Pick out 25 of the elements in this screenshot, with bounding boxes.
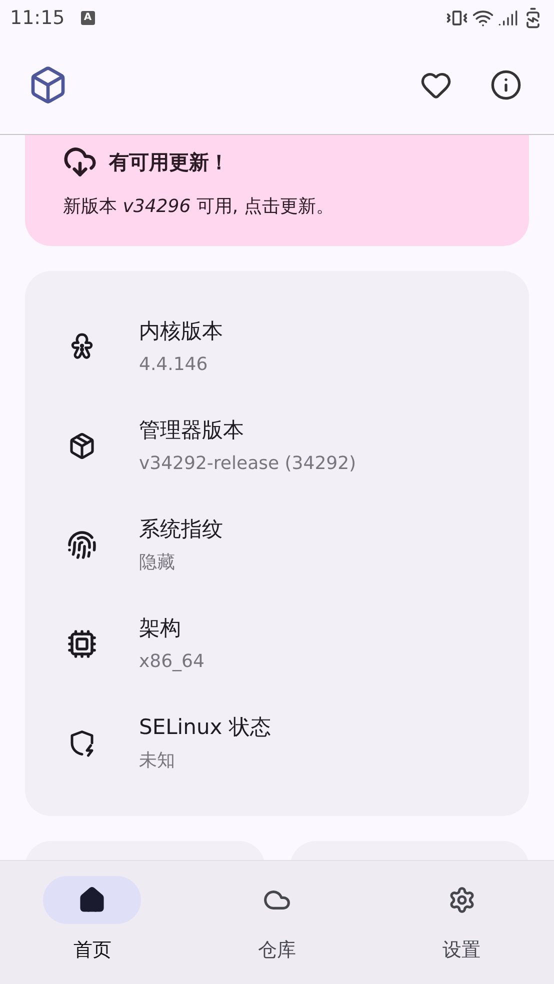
info-title: SELinux 状态 bbox=[139, 714, 271, 740]
info-value: x86_64 bbox=[139, 650, 204, 672]
signal-icon bbox=[498, 8, 518, 28]
home-icon bbox=[78, 886, 106, 914]
cloud-download-icon bbox=[63, 145, 97, 179]
info-title: 管理器版本 bbox=[139, 416, 245, 442]
info-title: 内核版本 bbox=[139, 318, 223, 344]
settings-icon bbox=[448, 886, 476, 914]
info-value: v34292-release (34292) bbox=[139, 452, 356, 474]
chip-icon bbox=[67, 628, 97, 658]
nav-tab[interactable]: 设置 bbox=[369, 861, 554, 984]
update-title: 有可用更新！ bbox=[109, 149, 229, 176]
info-value: 未知 bbox=[139, 750, 176, 772]
update-message: 新版本 v34296 可用, 点击更新。 bbox=[63, 195, 335, 219]
update-card[interactable]: 有可用更新！ 新版本 v34296 可用, 点击更新。 bbox=[25, 135, 529, 246]
info-value: 4.4.146 bbox=[139, 354, 209, 376]
fingerprint-icon bbox=[67, 530, 97, 560]
info-value: 隐藏 bbox=[139, 552, 176, 574]
status-time: 11:15 bbox=[10, 6, 65, 31]
nav-tab[interactable]: 首页 bbox=[0, 861, 185, 984]
info-title: 架构 bbox=[139, 614, 182, 640]
package-icon bbox=[68, 432, 96, 460]
notification-icon: A bbox=[80, 11, 95, 25]
info-title: 系统指纹 bbox=[139, 516, 223, 542]
nav-tab[interactable]: 仓库 bbox=[184, 861, 370, 984]
